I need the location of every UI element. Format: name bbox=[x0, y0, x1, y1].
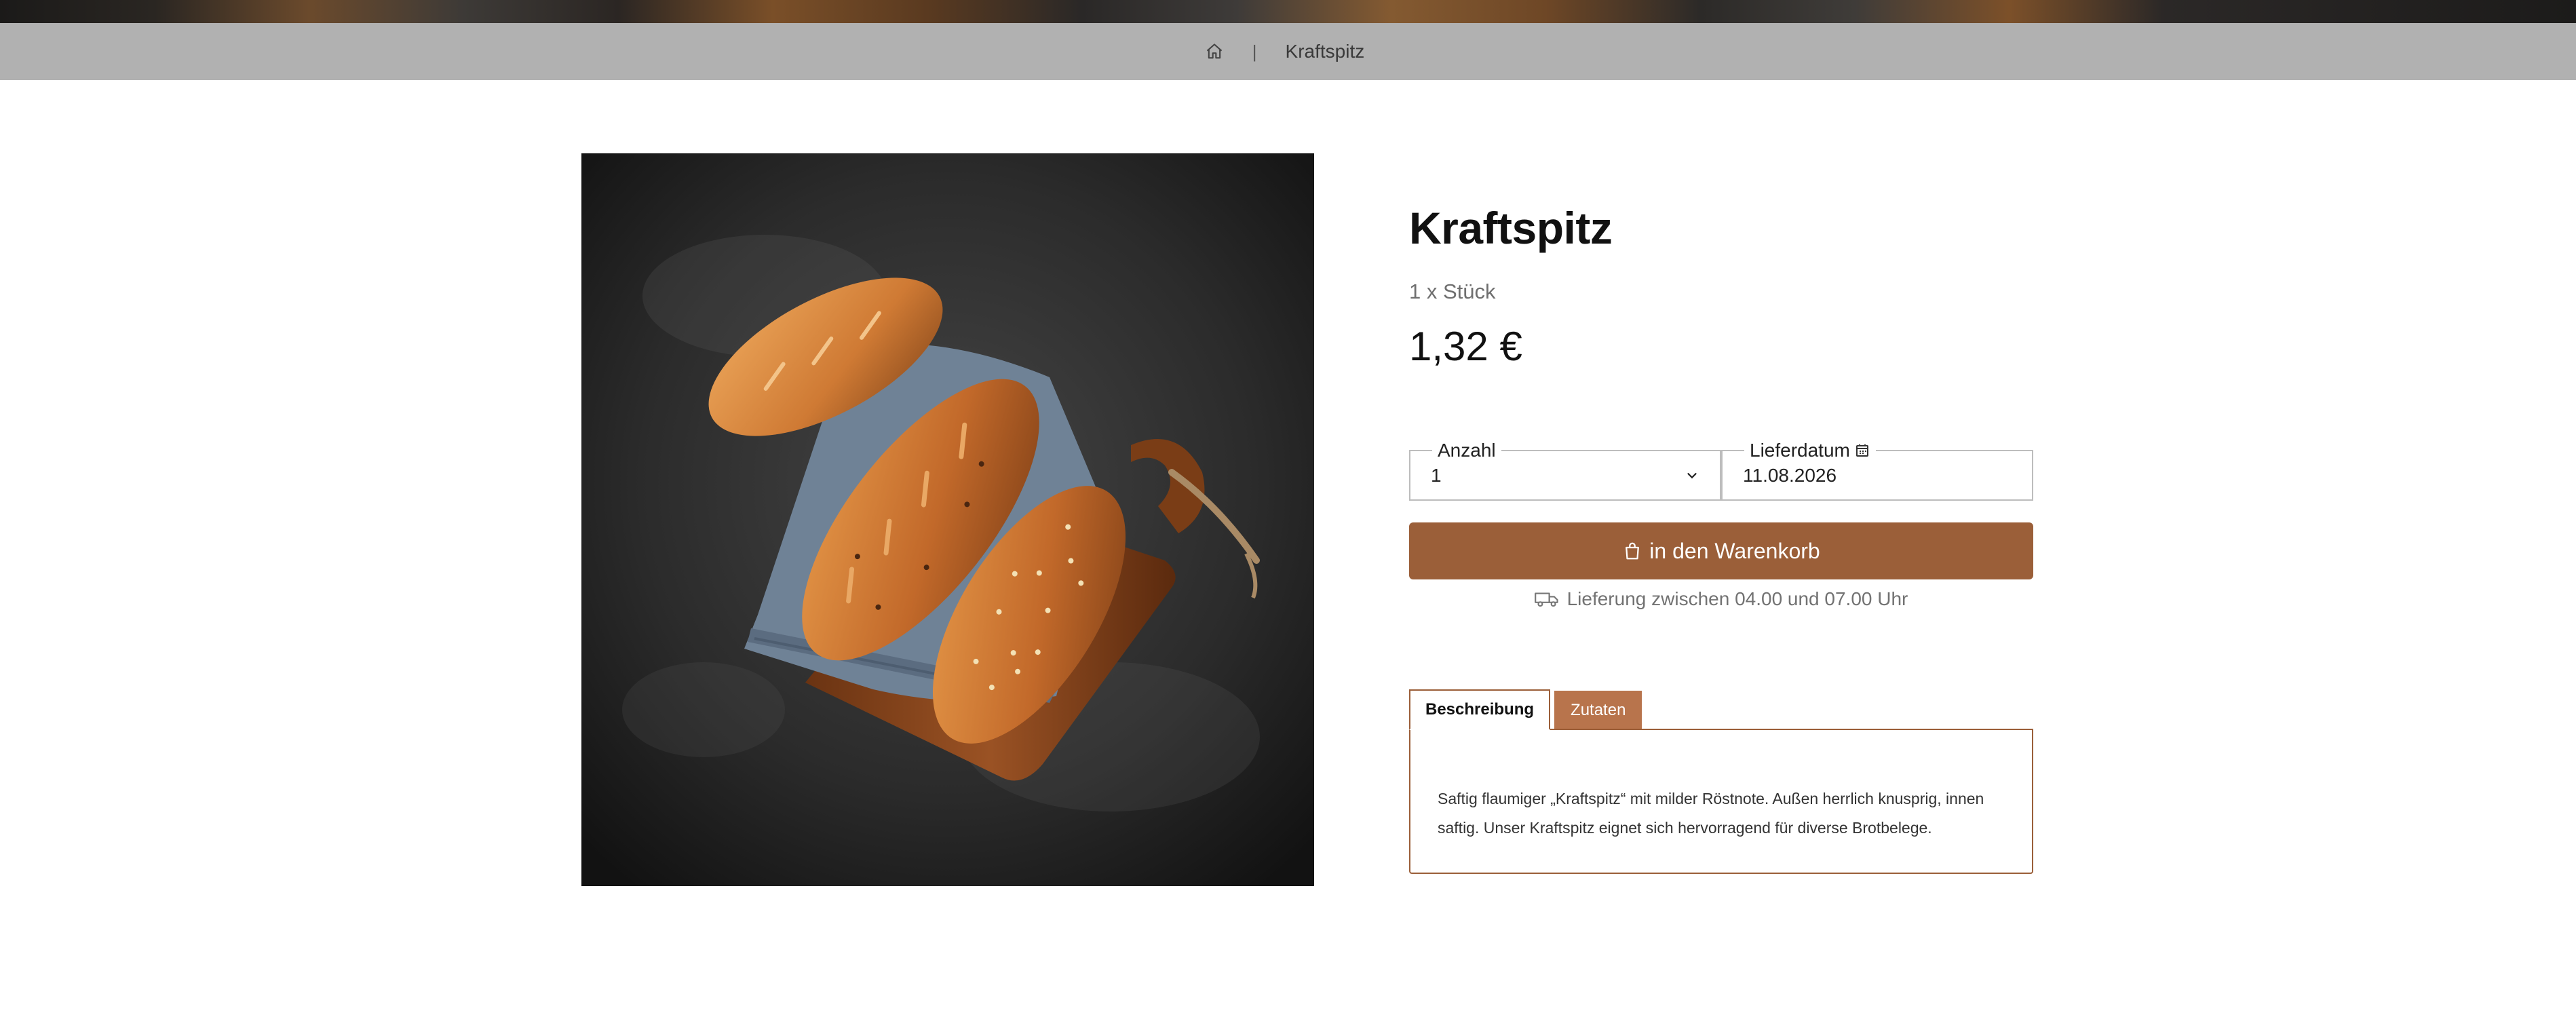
home-icon[interactable] bbox=[1205, 42, 1224, 61]
quantity-label: Anzahl bbox=[1438, 440, 1496, 461]
shopping-bag-icon bbox=[1622, 541, 1642, 561]
tab-description[interactable]: Beschreibung bbox=[1409, 689, 1551, 730]
chevron-down-icon bbox=[1685, 468, 1699, 483]
hero-banner-strip bbox=[0, 0, 2576, 23]
product-image bbox=[581, 153, 1314, 886]
tab-ingredients[interactable]: Zutaten bbox=[1554, 691, 1642, 730]
breadcrumb-items: | Kraftspitz bbox=[1205, 41, 1364, 62]
delivery-date-field[interactable]: Lieferdatum 11.08.2026 bbox=[1721, 440, 2033, 501]
tab-panel-description: Saftig flaumiger „Kraftspitz“ mit milder… bbox=[1409, 729, 2033, 874]
quantity-select[interactable]: Anzahl 1 bbox=[1409, 440, 1721, 501]
breadcrumb-separator: | bbox=[1252, 41, 1257, 62]
product-unit: 1 x Stück bbox=[1409, 280, 1496, 303]
delivery-date-label: Lieferdatum bbox=[1750, 440, 1850, 461]
calendar-icon bbox=[1854, 442, 1870, 459]
product-description: Saftig flaumiger „Kraftspitz“ mit milder… bbox=[1438, 790, 1984, 837]
delivery-info: Lieferung zwischen 04.00 und 07.00 Uhr bbox=[1409, 588, 2033, 610]
product-photo bbox=[581, 153, 1314, 886]
truck-icon bbox=[1534, 590, 1559, 608]
product-price: 1,32 € bbox=[1409, 324, 1522, 369]
quantity-value: 1 bbox=[1431, 465, 1442, 486]
product-title: Kraftspitz bbox=[1409, 203, 1613, 253]
add-to-cart-button[interactable]: in den Warenkorb bbox=[1409, 522, 2033, 579]
breadcrumb-current: Kraftspitz bbox=[1285, 41, 1365, 62]
add-to-cart-label: in den Warenkorb bbox=[1649, 538, 1820, 563]
delivery-date-value: 11.08.2026 bbox=[1743, 465, 1837, 486]
delivery-text: Lieferung zwischen 04.00 und 07.00 Uhr bbox=[1566, 588, 1908, 609]
breadcrumb: | Kraftspitz bbox=[0, 23, 2576, 80]
product-tabs: Beschreibung Zutaten bbox=[1409, 689, 1642, 730]
